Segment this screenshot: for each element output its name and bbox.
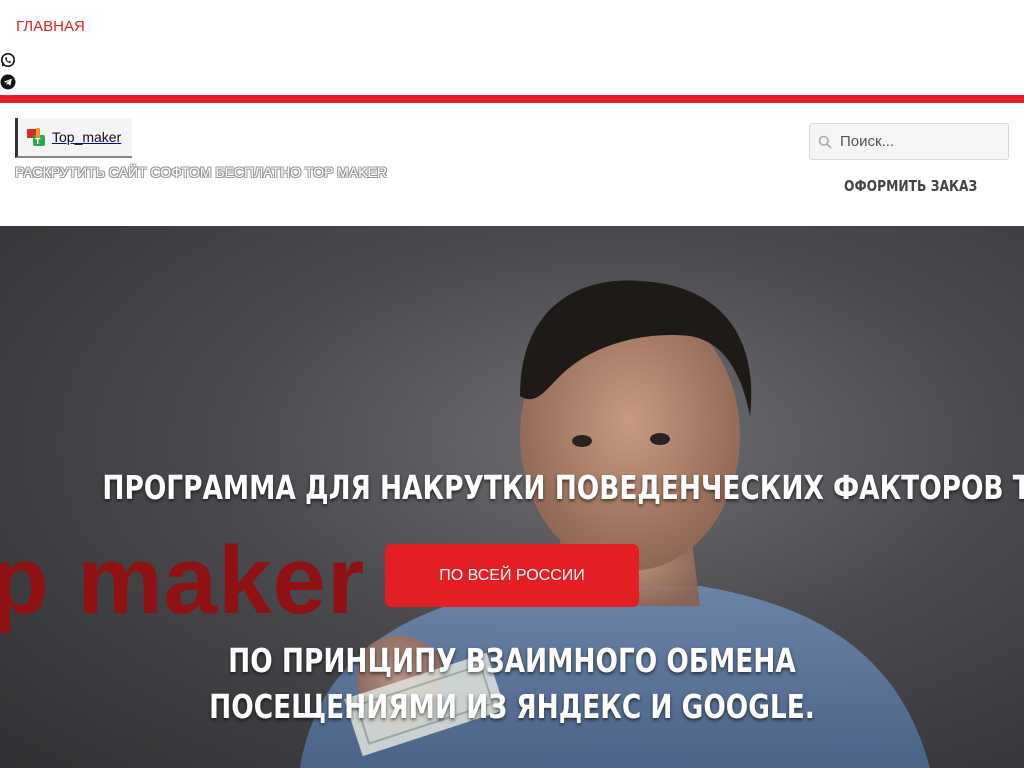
nav-home-link[interactable]: ГЛАВНАЯ <box>16 18 85 35</box>
whatsapp-icon[interactable] <box>0 52 16 68</box>
top-navigation: ГЛАВНАЯ <box>0 0 1024 95</box>
hero-banner: p maker ПРОГРАММА ДЛЯ НАКРУТКИ ПОВЕДЕНЧЕ… <box>0 226 1024 768</box>
logo-text: Top_maker <box>52 129 122 145</box>
hero-subtitle-text: ПО ПРИНЦИПУ ВЗАИМНОГО ОБМЕНА ПОСЕЩЕНИЯМИ… <box>209 641 815 726</box>
region-button[interactable]: ПО ВСЕЙ РОССИИ <box>385 544 639 607</box>
hero-brand-watermark: p maker <box>0 527 366 634</box>
hero-subtitle: ПО ПРИНЦИПУ ВЗАИМНОГО ОБМЕНА ПОСЕЩЕНИЯМИ… <box>20 638 1004 730</box>
search-icon[interactable] <box>818 135 832 149</box>
search-input[interactable] <box>840 124 1005 159</box>
hero-title: ПРОГРАММА ДЛЯ НАКРУТКИ ПОВЕДЕНЧЕСКИХ ФАК… <box>102 468 1024 507</box>
accent-divider <box>0 95 1024 103</box>
svg-text:T: T <box>35 137 41 146</box>
order-link[interactable]: ОФОРМИТЬ ЗАКАЗ <box>844 177 977 195</box>
site-header: T Top_maker РАСКРУТИТЬ САЙТ СОФТОМ БЕСПЛ… <box>0 103 1024 226</box>
logo-icon: T <box>26 126 48 148</box>
search-box <box>809 123 1009 160</box>
telegram-icon[interactable] <box>0 74 16 90</box>
site-logo[interactable]: T Top_maker <box>15 118 132 158</box>
site-tagline: РАСКРУТИТЬ САЙТ СОФТОМ БЕСПЛАТНО TOP MAK… <box>15 164 387 180</box>
